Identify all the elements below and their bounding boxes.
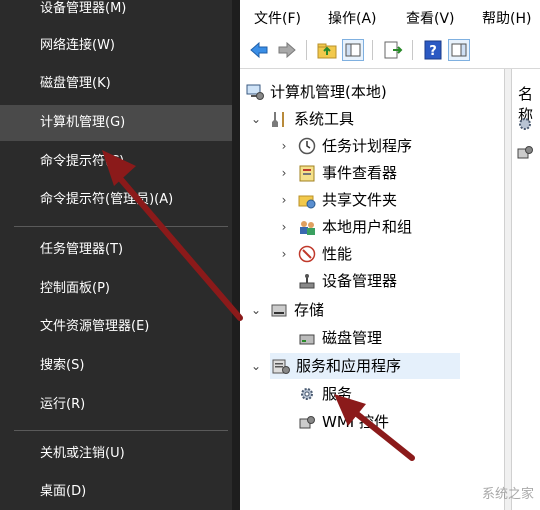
tree-item-event-viewer[interactable]: › 事件查看器 xyxy=(244,160,500,186)
tree-item-shared-folders[interactable]: › 共享文件夹 xyxy=(244,187,500,213)
tools-icon xyxy=(270,110,288,128)
computer-management-icon xyxy=(246,83,264,101)
tree-item-wmi-control[interactable]: WMI 控件 xyxy=(244,409,500,435)
menu-item-disk-management[interactable]: 磁盘管理(K) xyxy=(0,66,232,102)
computer-management-window: 文件(F) 操作(A) 查看(V) 帮助(H) ? 计算机管理(本地) ⌄ 系统… xyxy=(240,0,540,510)
tree-item-system-tools[interactable]: ⌄ 系统工具 xyxy=(244,106,500,132)
tree-item-storage[interactable]: ⌄ 存储 xyxy=(244,297,500,323)
clock-icon xyxy=(298,137,316,155)
menu-file[interactable]: 文件(F) xyxy=(254,8,301,28)
up-folder-icon[interactable] xyxy=(316,39,338,61)
collapse-chevron-icon[interactable]: ⌄ xyxy=(250,353,262,379)
toolbar-separator xyxy=(412,40,413,60)
tree-item-computer-management[interactable]: 计算机管理(本地) xyxy=(244,79,500,105)
help-icon[interactable]: ? xyxy=(422,39,444,61)
menu-item-task-manager[interactable]: 任务管理器(T) xyxy=(0,232,232,268)
expand-chevron-icon[interactable]: › xyxy=(278,241,290,267)
action-pane-icon[interactable] xyxy=(448,39,470,61)
menu-item-computer-management[interactable]: 计算机管理(G) xyxy=(0,105,232,141)
performance-icon xyxy=(298,245,316,263)
menu-item-control-panel[interactable]: 控制面板(P) xyxy=(0,271,232,307)
tree-item-performance[interactable]: › 性能 xyxy=(244,241,500,267)
winx-context-menu: 设备管理器(M) 网络连接(W) 磁盘管理(K) 计算机管理(G) 命令提示符(… xyxy=(0,0,232,510)
device-manager-icon xyxy=(298,272,316,290)
toolbar-separator xyxy=(306,40,307,60)
menu-item-device-manager[interactable]: 设备管理器(M) xyxy=(0,0,232,27)
services-apps-icon xyxy=(272,357,290,375)
users-icon xyxy=(298,218,316,236)
disk-icon xyxy=(298,329,316,347)
storage-icon xyxy=(270,301,288,319)
expand-chevron-icon[interactable]: › xyxy=(278,133,290,159)
menu-view[interactable]: 查看(V) xyxy=(406,8,455,28)
menu-item-command-prompt[interactable]: 命令提示符(C) xyxy=(0,144,232,180)
menu-action[interactable]: 操作(A) xyxy=(328,8,377,28)
wmi-icon xyxy=(516,143,534,165)
menu-item-run[interactable]: 运行(R) xyxy=(0,387,232,423)
export-list-icon[interactable] xyxy=(382,39,404,61)
menu-item-desktop[interactable]: 桌面(D) xyxy=(0,474,232,510)
menu-item-search[interactable]: 搜索(S) xyxy=(0,348,232,384)
gear-icon xyxy=(298,385,316,403)
forward-arrow-icon[interactable] xyxy=(276,39,298,61)
tree-item-device-manager[interactable]: 设备管理器 xyxy=(244,268,500,294)
show-hide-tree-icon[interactable] xyxy=(342,39,364,61)
svg-text:?: ? xyxy=(429,44,437,59)
menu-help[interactable]: 帮助(H) xyxy=(482,8,531,28)
watermark: 系统之家 xyxy=(481,487,534,502)
pane-splitter[interactable] xyxy=(504,69,512,510)
back-arrow-icon[interactable] xyxy=(248,39,270,61)
menu-separator xyxy=(14,430,228,431)
collapse-chevron-icon[interactable]: ⌄ xyxy=(250,106,262,132)
tree-item-disk-management[interactable]: 磁盘管理 xyxy=(244,325,500,351)
event-viewer-icon xyxy=(298,164,316,182)
menu-item-shutdown-signout[interactable]: 关机或注销(U) xyxy=(0,436,232,472)
wmi-icon xyxy=(298,413,316,431)
tree-item-services[interactable]: 服务 xyxy=(244,381,500,407)
expand-chevron-icon[interactable]: › xyxy=(278,214,290,240)
toolbar-separator xyxy=(372,40,373,60)
toolbar: ? xyxy=(240,32,540,69)
details-pane: 名称 xyxy=(512,69,540,510)
console-tree: 计算机管理(本地) ⌄ 系统工具 › 任务计划程序 › 事件查看器 › 共享文件… xyxy=(240,69,504,510)
tree-item-task-scheduler[interactable]: › 任务计划程序 xyxy=(244,133,500,159)
expand-chevron-icon[interactable]: › xyxy=(278,160,290,186)
expand-chevron-icon[interactable]: › xyxy=(278,187,290,213)
menu-item-network-connections[interactable]: 网络连接(W) xyxy=(0,28,232,64)
tree-item-services-applications[interactable]: 服务和应用程序 xyxy=(270,353,460,379)
window-gap xyxy=(232,0,240,510)
menu-bar: 文件(F) 操作(A) 查看(V) 帮助(H) xyxy=(240,0,540,32)
gear-icon xyxy=(516,115,534,137)
menu-item-command-prompt-admin[interactable]: 命令提示符(管理员)(A) xyxy=(0,182,232,218)
shared-folder-icon xyxy=(298,191,316,209)
tree-item-local-users-groups[interactable]: › 本地用户和组 xyxy=(244,214,500,240)
menu-separator xyxy=(14,226,228,227)
menu-item-file-explorer[interactable]: 文件资源管理器(E) xyxy=(0,309,232,345)
collapse-chevron-icon[interactable]: ⌄ xyxy=(250,297,262,323)
